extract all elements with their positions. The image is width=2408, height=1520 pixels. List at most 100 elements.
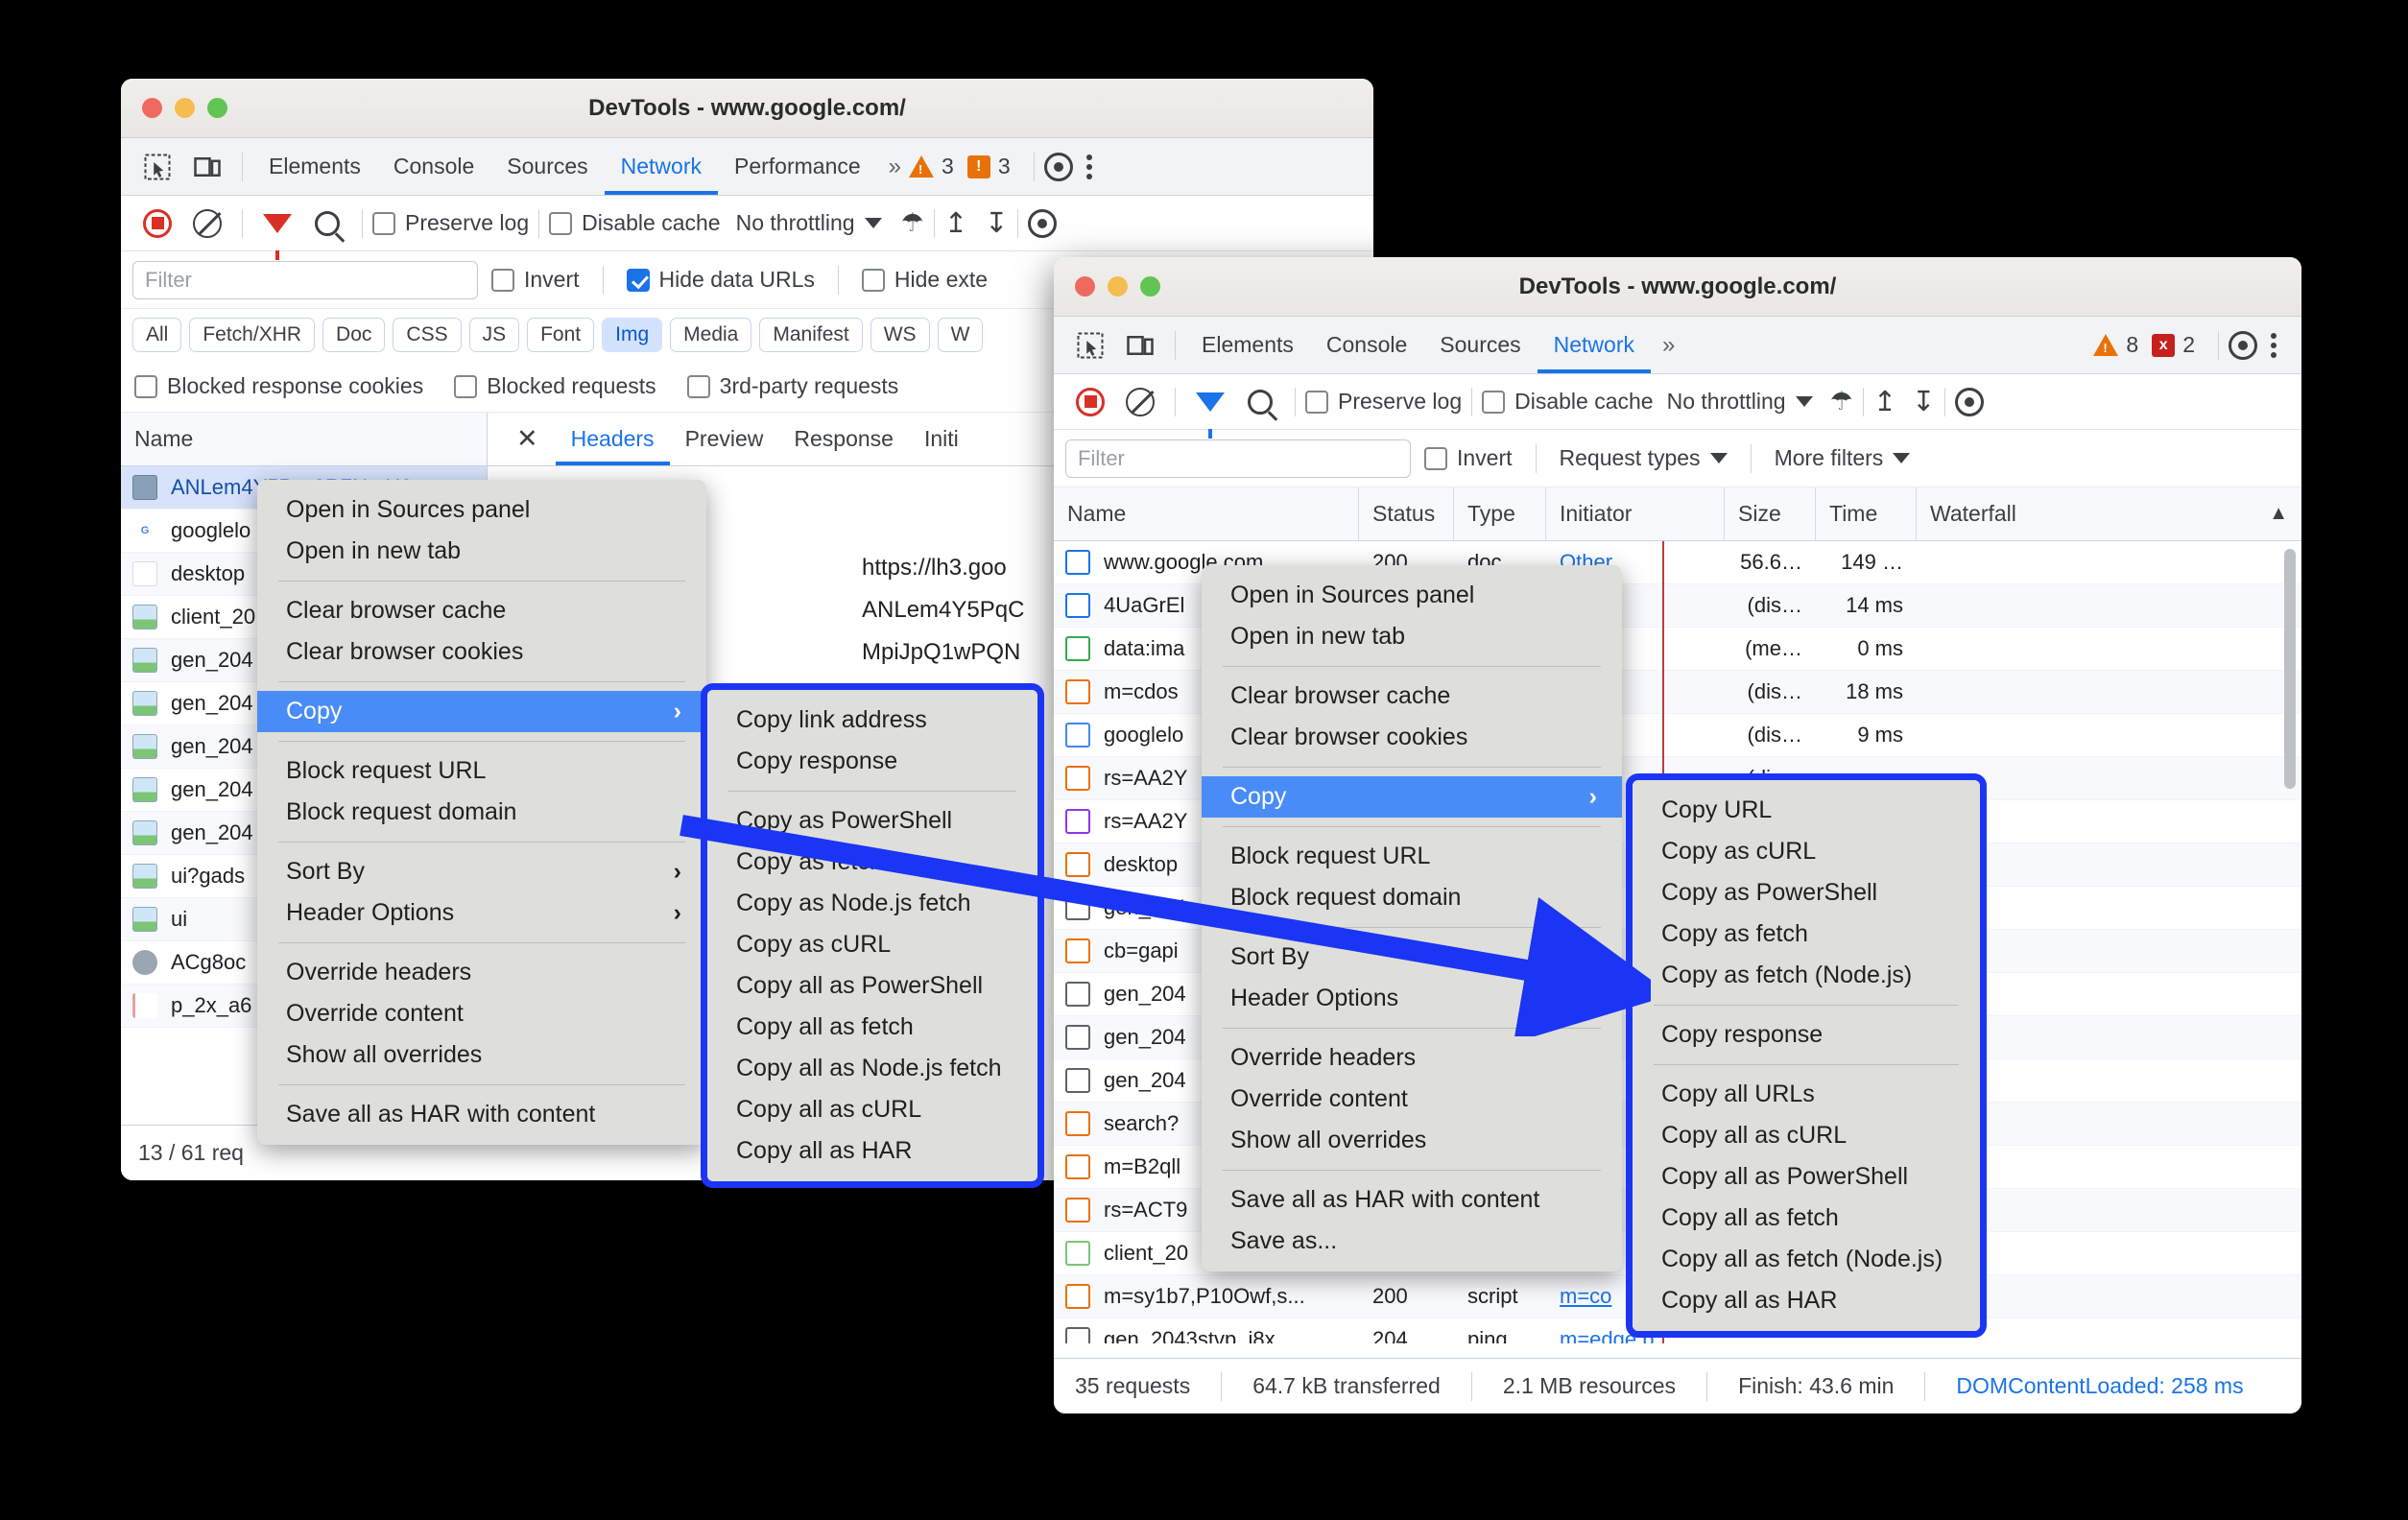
minimize-window-button[interactable] [175, 98, 195, 118]
right-context-menu[interactable]: Open in Sources panel Open in new tab Cl… [1202, 565, 1622, 1271]
menu-item-block-request-domain[interactable]: Block request domain [257, 792, 706, 833]
submenu-item-copy-all-as-fetch[interactable]: Copy all as fetch [1633, 1198, 1980, 1239]
gear-icon[interactable] [1043, 152, 1073, 181]
menu-item-sort-by[interactable]: Sort By › [257, 851, 706, 892]
network-conditions-icon[interactable]: ☂ [1830, 387, 1853, 416]
menu-item-block-request-domain[interactable]: Block request domain [1202, 877, 1622, 918]
preserve-log-checkbox[interactable]: Preserve log [372, 210, 529, 236]
tab-performance[interactable]: Performance [718, 138, 877, 195]
submenu-item-copy-as-powershell[interactable]: Copy as PowerShell [707, 800, 1037, 842]
close-window-button[interactable] [1075, 276, 1095, 297]
left-traffic-lights[interactable] [121, 98, 227, 118]
submenu-item-copy-as-fetch[interactable]: Copy as fetch [1633, 914, 1980, 955]
menu-item-sort-by[interactable]: Sort By › [1202, 937, 1622, 978]
preserve-log-checkbox[interactable]: Preserve log [1305, 389, 1462, 415]
more-options-icon[interactable] [2257, 332, 2290, 358]
column-header-initiator[interactable]: Initiator [1546, 487, 1725, 540]
submenu-item-copy-as-fetch-nodejs[interactable]: Copy as fetch (Node.js) [1633, 955, 1980, 996]
menu-item-save-as[interactable]: Save as... [1202, 1221, 1622, 1262]
column-header-waterfall[interactable]: Waterfall [1930, 501, 2016, 527]
submenu-item-copy-as-curl[interactable]: Copy as cURL [1633, 831, 1980, 872]
download-har-icon[interactable]: ↧ [1912, 385, 1935, 418]
clear-icon[interactable] [1119, 385, 1161, 419]
submenu-item-copy-as-curl[interactable]: Copy as cURL [707, 924, 1037, 965]
tab-console[interactable]: Console [377, 138, 490, 195]
submenu-item-copy-as-powershell[interactable]: Copy as PowerShell [1633, 872, 1980, 914]
inspect-element-icon[interactable] [136, 150, 179, 184]
minimize-window-button[interactable] [1108, 276, 1128, 297]
submenu-item-copy-link-address[interactable]: Copy link address [707, 700, 1037, 741]
column-header-name[interactable]: Name [1054, 487, 1359, 540]
menu-item-save-all-as-har[interactable]: Save all as HAR with content [1202, 1179, 1622, 1221]
submenu-item-copy-as-nodejs-fetch[interactable]: Copy as Node.js fetch [707, 883, 1037, 924]
throttling-dropdown[interactable]: No throttling [1667, 389, 1813, 415]
submenu-item-copy-all-as-nodejs-fetch[interactable]: Copy all as Node.js fetch [707, 1048, 1037, 1089]
sort-ascending-icon[interactable]: ▲ [2269, 503, 2288, 525]
network-conditions-icon[interactable]: ☂ [901, 208, 924, 238]
more-options-icon[interactable] [1073, 154, 1106, 179]
error-badge[interactable]: x 2 [2152, 332, 2195, 358]
inspect-element-icon[interactable] [1069, 328, 1111, 363]
chip-js[interactable]: JS [468, 318, 520, 352]
disable-cache-checkbox[interactable]: Disable cache [1482, 389, 1654, 415]
menu-item-header-options[interactable]: Header Options › [257, 892, 706, 934]
submenu-item-copy-all-as-powershell[interactable]: Copy all as PowerShell [707, 965, 1037, 1007]
search-icon[interactable] [1239, 385, 1281, 419]
submenu-item-copy-all-as-har[interactable]: Copy all as HAR [1633, 1280, 1980, 1321]
submenu-item-copy-url[interactable]: Copy URL [1633, 790, 1980, 831]
network-settings-gear-icon[interactable] [1028, 208, 1058, 238]
menu-item-override-content[interactable]: Override content [257, 993, 706, 1034]
submenu-item-copy-response[interactable]: Copy response [1633, 1014, 1980, 1056]
menu-item-copy[interactable]: Copy › [257, 691, 706, 732]
menu-item-open-in-new-tab[interactable]: Open in new tab [257, 531, 706, 572]
chip-manifest[interactable]: Manifest [759, 318, 863, 352]
menu-item-open-in-new-tab[interactable]: Open in new tab [1202, 616, 1622, 657]
menu-item-block-request-url[interactable]: Block request URL [257, 750, 706, 792]
maximize-window-button[interactable] [1140, 276, 1160, 297]
vertical-scrollbar[interactable] [2284, 549, 2296, 789]
warning-badge[interactable]: 8 [2093, 332, 2138, 358]
chip-css[interactable]: CSS [393, 318, 462, 352]
chip-all[interactable]: All [132, 318, 182, 352]
chip-font[interactable]: Font [527, 318, 595, 352]
menu-item-block-request-url[interactable]: Block request URL [1202, 836, 1622, 877]
chip-fetch-xhr[interactable]: Fetch/XHR [189, 318, 316, 352]
menu-item-save-all-as-har[interactable]: Save all as HAR with content [257, 1094, 706, 1135]
left-copy-submenu[interactable]: Copy link address Copy response Copy as … [707, 690, 1037, 1181]
error-badge[interactable]: ! 3 [966, 154, 1011, 179]
menu-item-clear-browser-cache[interactable]: Clear browser cache [1202, 676, 1622, 717]
filter-funnel-icon[interactable] [256, 206, 298, 260]
download-har-icon[interactable]: ↧ [985, 206, 1008, 240]
submenu-item-copy-as-fetch[interactable]: Copy as fetch [707, 842, 1037, 883]
clear-icon[interactable] [186, 206, 228, 241]
menu-item-clear-browser-cache[interactable]: Clear browser cache [257, 590, 706, 631]
tab-sources[interactable]: Sources [1423, 317, 1537, 373]
more-filters-dropdown[interactable]: More filters [1775, 445, 1911, 471]
chip-wasm[interactable]: W [937, 318, 984, 352]
tab-preview[interactable]: Preview [670, 426, 779, 452]
filter-funnel-icon[interactable] [1189, 385, 1231, 439]
close-icon[interactable]: ✕ [499, 424, 556, 454]
chip-media[interactable]: Media [670, 318, 752, 352]
left-context-menu[interactable]: Open in Sources panel Open in new tab Cl… [257, 480, 706, 1145]
record-stop-icon[interactable] [1069, 385, 1111, 419]
warning-badge[interactable]: 3 [909, 154, 954, 179]
menu-item-show-all-overrides[interactable]: Show all overrides [1202, 1120, 1622, 1161]
menu-item-show-all-overrides[interactable]: Show all overrides [257, 1034, 706, 1076]
chevron-double-right-icon[interactable]: » [1651, 332, 1682, 359]
tab-headers[interactable]: Headers [556, 413, 670, 465]
disable-cache-checkbox[interactable]: Disable cache [549, 210, 721, 236]
invert-checkbox[interactable]: Invert [491, 267, 580, 293]
chip-img[interactable]: Img [602, 318, 663, 352]
hide-extension-urls-checkbox[interactable]: Hide exte [861, 267, 988, 293]
filter-input[interactable]: Filter [1065, 439, 1411, 478]
throttling-dropdown[interactable]: No throttling [736, 210, 882, 236]
tab-console[interactable]: Console [1310, 317, 1423, 373]
menu-item-override-headers[interactable]: Override headers [257, 952, 706, 993]
tab-initiator[interactable]: Initi [909, 426, 974, 452]
submenu-item-copy-all-urls[interactable]: Copy all URLs [1633, 1074, 1980, 1115]
request-types-dropdown[interactable]: Request types [1560, 445, 1728, 471]
network-settings-gear-icon[interactable] [1955, 387, 1985, 416]
chip-doc[interactable]: Doc [322, 318, 386, 352]
menu-item-copy[interactable]: Copy › [1202, 776, 1622, 818]
